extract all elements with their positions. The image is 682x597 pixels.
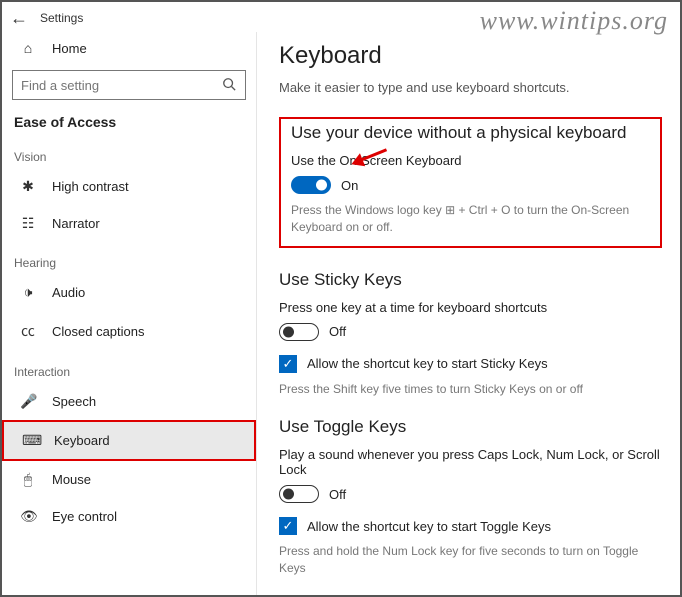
sidebar-item-label: Eye control	[52, 509, 117, 524]
sidebar-item-eye-control[interactable]: 👁 Eye control	[2, 498, 256, 535]
sidebar-group-hearing: Hearing	[2, 242, 256, 274]
togglekeys-label: Play a sound whenever you press Caps Loc…	[279, 447, 662, 477]
sidebar-group-vision: Vision	[2, 136, 256, 168]
sticky-keys-section: Use Sticky Keys Press one key at a time …	[279, 270, 662, 398]
osk-section-highlight: Use your device without a physical keybo…	[279, 117, 662, 248]
content-pane: Keyboard Make it easier to type and use …	[257, 32, 680, 595]
annotation-arrow	[355, 161, 389, 164]
audio-icon: 🕩	[20, 284, 36, 301]
osk-section-title: Use your device without a physical keybo…	[291, 123, 650, 143]
sticky-shortcut-label: Allow the shortcut key to start Sticky K…	[307, 356, 548, 371]
window-title: Settings	[40, 11, 83, 25]
page-subtitle: Make it easier to type and use keyboard …	[279, 80, 662, 95]
sidebar-item-label: Keyboard	[54, 433, 110, 448]
home-icon: ⌂	[20, 40, 36, 56]
sticky-hint: Press the Shift key five times to turn S…	[279, 381, 662, 398]
sidebar-item-label: High contrast	[52, 179, 129, 194]
captions-icon: ㏄	[20, 321, 36, 341]
osk-toggle[interactable]	[291, 176, 331, 194]
toggle-keys-section: Use Toggle Keys Play a sound whenever yo…	[279, 417, 662, 577]
sidebar-group-interaction: Interaction	[2, 351, 256, 383]
togglekeys-shortcut-label: Allow the shortcut key to start Toggle K…	[307, 519, 551, 534]
sidebar-item-label: Narrator	[52, 216, 100, 231]
speech-icon: 🎤	[20, 393, 36, 410]
watermark: www.wintips.org	[480, 6, 668, 36]
sidebar-item-label: Closed captions	[52, 324, 145, 339]
togglekeys-shortcut-checkbox[interactable]: ✓	[279, 517, 297, 535]
sticky-shortcut-checkbox[interactable]: ✓	[279, 355, 297, 373]
search-box[interactable]	[12, 70, 246, 100]
sidebar-home[interactable]: ⌂ Home	[2, 32, 256, 64]
sidebar-item-keyboard[interactable]: ⌨ Keyboard	[2, 420, 256, 461]
togglekeys-section-title: Use Toggle Keys	[279, 417, 662, 437]
search-icon	[221, 77, 237, 94]
osk-label: Use the On-Screen Keyboard	[291, 153, 650, 168]
search-input[interactable]	[21, 78, 221, 93]
sidebar-item-label: Mouse	[52, 472, 91, 487]
sidebar-item-label: Audio	[52, 285, 85, 300]
eye-icon: 👁	[20, 508, 36, 525]
sticky-label: Press one key at a time for keyboard sho…	[279, 300, 662, 315]
narrator-icon: ☷	[20, 215, 36, 232]
togglekeys-toggle[interactable]	[279, 485, 319, 503]
keyboard-icon: ⌨	[22, 432, 38, 449]
togglekeys-toggle-state: Off	[329, 487, 346, 502]
sidebar-header: Ease of Access	[2, 108, 256, 136]
sidebar-item-narrator[interactable]: ☷ Narrator	[2, 205, 256, 242]
sidebar-item-closed-captions[interactable]: ㏄ Closed captions	[2, 311, 256, 351]
mouse-icon: 🖱	[20, 471, 36, 488]
page-title: Keyboard	[279, 42, 662, 70]
sticky-toggle-state: Off	[329, 324, 346, 339]
osk-toggle-state: On	[341, 178, 358, 193]
sidebar: ⌂ Home Ease of Access Vision ✱ High cont…	[2, 32, 257, 595]
osk-hint: Press the Windows logo key ⊞ + Ctrl + O …	[291, 202, 650, 236]
sidebar-item-mouse[interactable]: 🖱 Mouse	[2, 461, 256, 498]
sidebar-item-audio[interactable]: 🕩 Audio	[2, 274, 256, 311]
sidebar-item-high-contrast[interactable]: ✱ High contrast	[2, 168, 256, 205]
back-icon[interactable]: ←	[10, 8, 34, 29]
sticky-section-title: Use Sticky Keys	[279, 270, 662, 290]
togglekeys-hint: Press and hold the Num Lock key for five…	[279, 543, 662, 577]
sidebar-home-label: Home	[52, 41, 87, 56]
sparkle-icon: ✱	[20, 178, 36, 195]
sidebar-item-label: Speech	[52, 394, 96, 409]
sticky-toggle[interactable]	[279, 323, 319, 341]
sidebar-item-speech[interactable]: 🎤 Speech	[2, 383, 256, 420]
